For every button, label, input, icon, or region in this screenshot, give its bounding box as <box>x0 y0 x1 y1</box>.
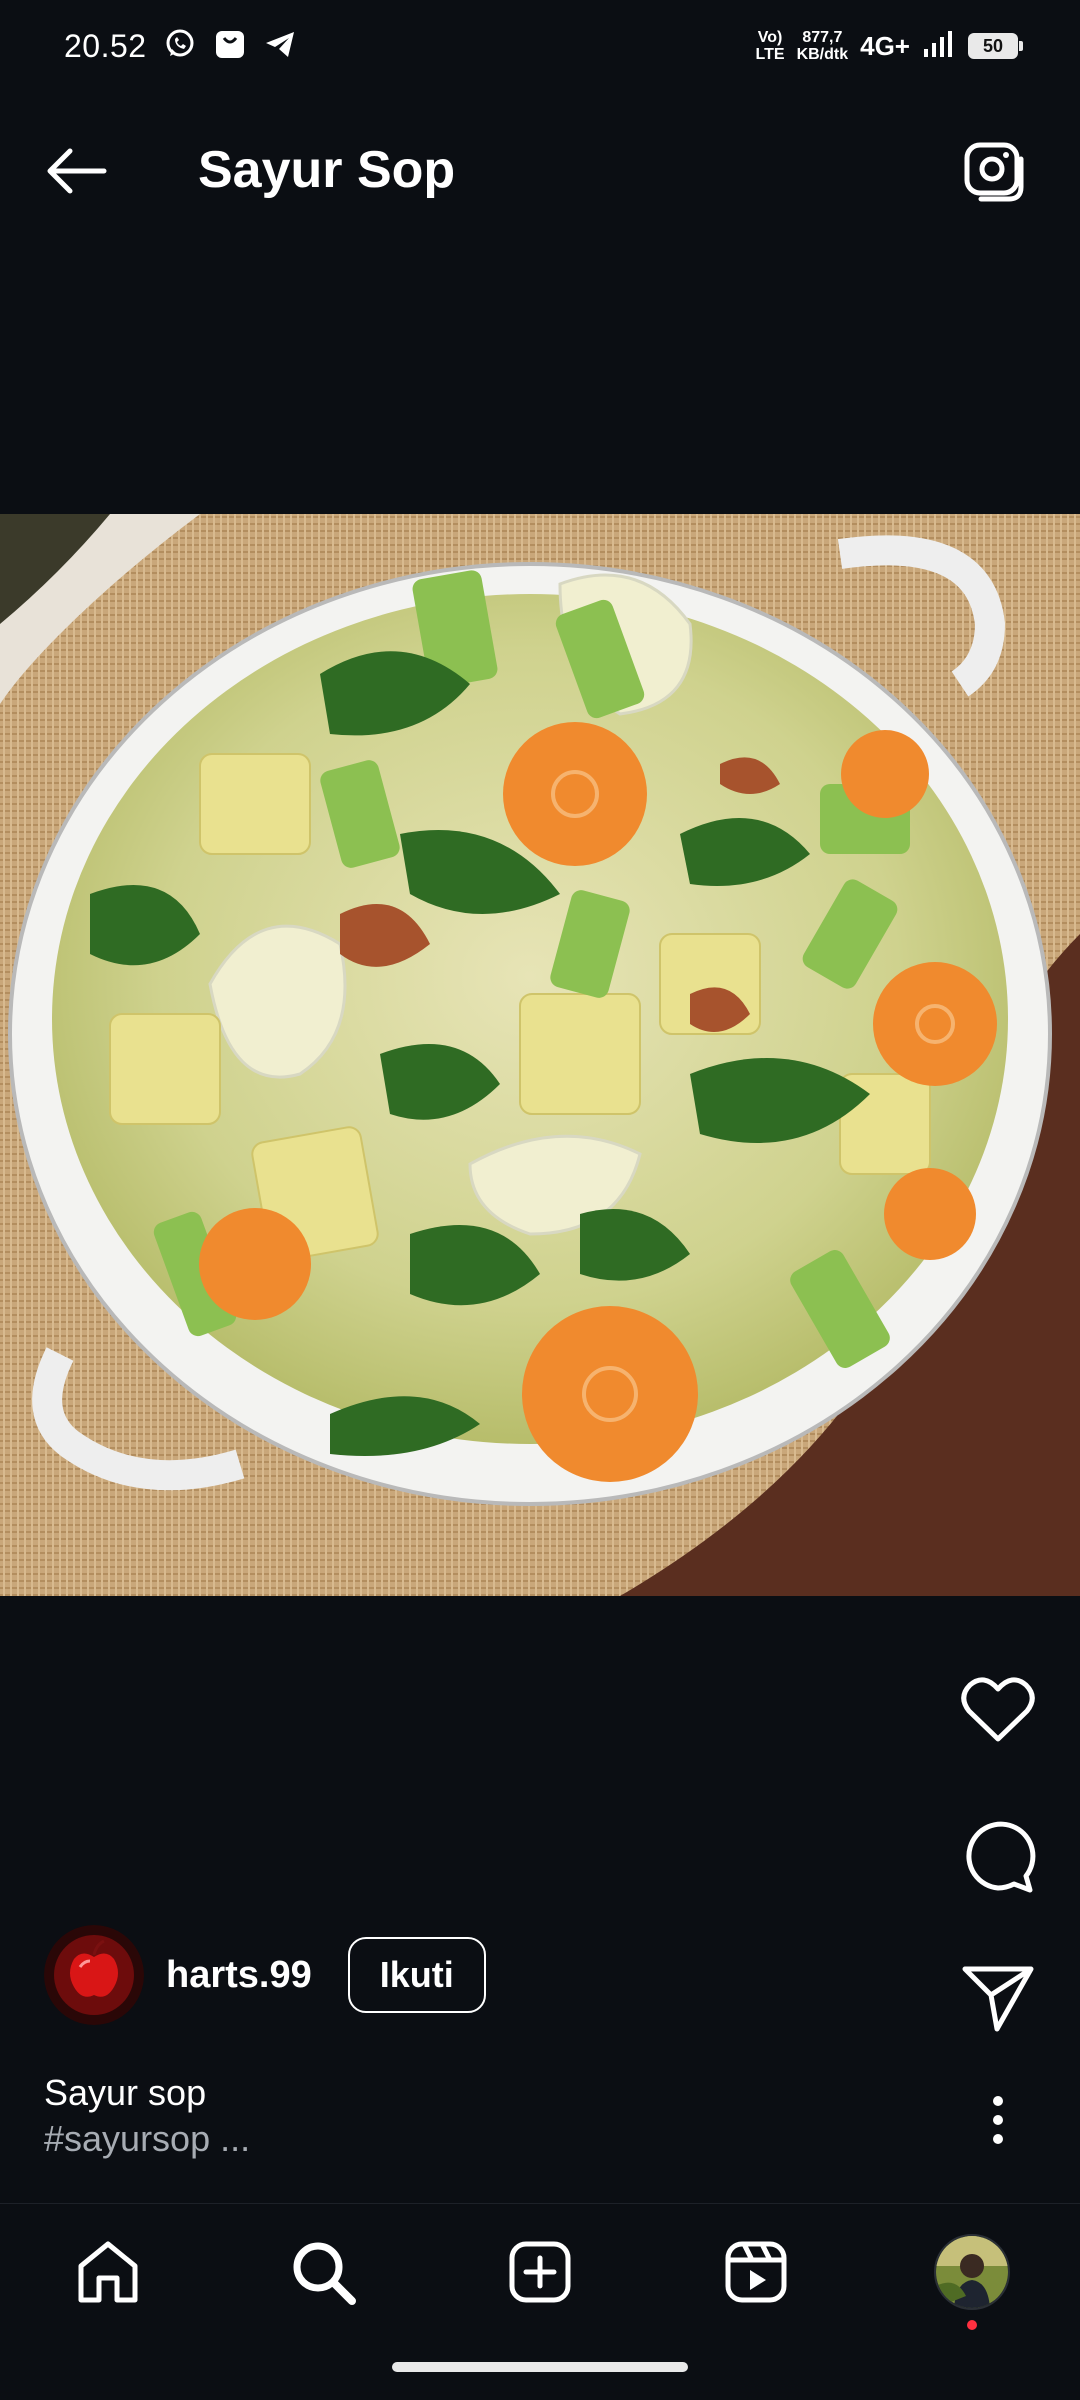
status-time: 20.52 <box>64 27 147 64</box>
more-vertical-icon <box>993 2096 1003 2144</box>
more-options-button[interactable] <box>958 2080 1038 2160</box>
network-speed: 877,7 KB/dtk <box>797 29 849 63</box>
profile-photo <box>936 2236 1008 2308</box>
like-button[interactable] <box>958 1670 1038 1750</box>
header: Sayur Sop <box>0 112 1080 230</box>
network-speed-unit: KB/dtk <box>796 46 849 63</box>
follow-button[interactable]: Ikuti <box>347 1937 486 2013</box>
nav-profile[interactable] <box>932 2232 1012 2330</box>
apple-logo-avatar <box>44 1925 144 2025</box>
notification-dot <box>967 2320 977 2330</box>
post-image[interactable] <box>0 514 1080 1596</box>
volte-line2: LTE <box>755 46 785 63</box>
nav-home[interactable] <box>68 2232 148 2312</box>
create-icon <box>509 2241 571 2303</box>
arrow-left-icon <box>47 148 107 194</box>
network-speed-value: 877,7 <box>802 29 843 46</box>
soup-photo <box>0 514 1080 1596</box>
search-icon <box>293 2242 356 2305</box>
status-bar: 20.52 Vo) LTE 877,7 KB/dtk 4G+ 50 <box>0 0 1080 92</box>
author-username[interactable]: harts.99 <box>166 1954 312 1997</box>
volte-line1: Vo) <box>757 29 783 46</box>
network-type: 4G+ <box>860 30 910 61</box>
shopping-bag-icon <box>213 27 247 66</box>
whatsapp-icon <box>163 27 197 66</box>
bottom-nav <box>0 2203 1080 2338</box>
status-right: Vo) LTE 877,7 KB/dtk 4G+ 50 <box>756 29 1023 64</box>
post-caption[interactable]: Sayur sop #sayursop ... <box>44 2070 250 2162</box>
author-row: harts.99 Ikuti <box>44 1925 486 2025</box>
comment-icon <box>966 1821 1036 1893</box>
caption-hashtags[interactable]: #sayursop ... <box>44 2116 250 2162</box>
nav-search[interactable] <box>283 2232 363 2312</box>
battery-indicator: 50 <box>968 33 1023 59</box>
volte-indicator: Vo) LTE <box>756 29 785 63</box>
signal-icon <box>922 29 956 64</box>
send-icon <box>962 1966 1034 2032</box>
page-title: Sayur Sop <box>198 141 456 199</box>
share-button[interactable] <box>958 1958 1038 2038</box>
nav-reels[interactable] <box>716 2232 796 2312</box>
reels-icon <box>725 2241 787 2303</box>
back-button[interactable] <box>40 138 112 204</box>
profile-avatar <box>934 2234 1010 2310</box>
status-left: 20.52 <box>64 27 297 66</box>
comment-button[interactable] <box>958 1816 1038 1896</box>
caption-text: Sayur sop <box>44 2072 207 2113</box>
screen: 20.52 Vo) LTE 877,7 KB/dtk 4G+ 50 Sayur … <box>0 0 1080 2400</box>
home-icon <box>78 2241 138 2303</box>
camera-icon <box>964 142 1024 202</box>
home-indicator[interactable] <box>392 2362 688 2372</box>
camera-button[interactable] <box>960 136 1030 206</box>
telegram-icon <box>263 27 297 66</box>
author-avatar[interactable] <box>44 1925 144 2025</box>
nav-create[interactable] <box>500 2232 580 2312</box>
heart-icon <box>961 1677 1035 1742</box>
